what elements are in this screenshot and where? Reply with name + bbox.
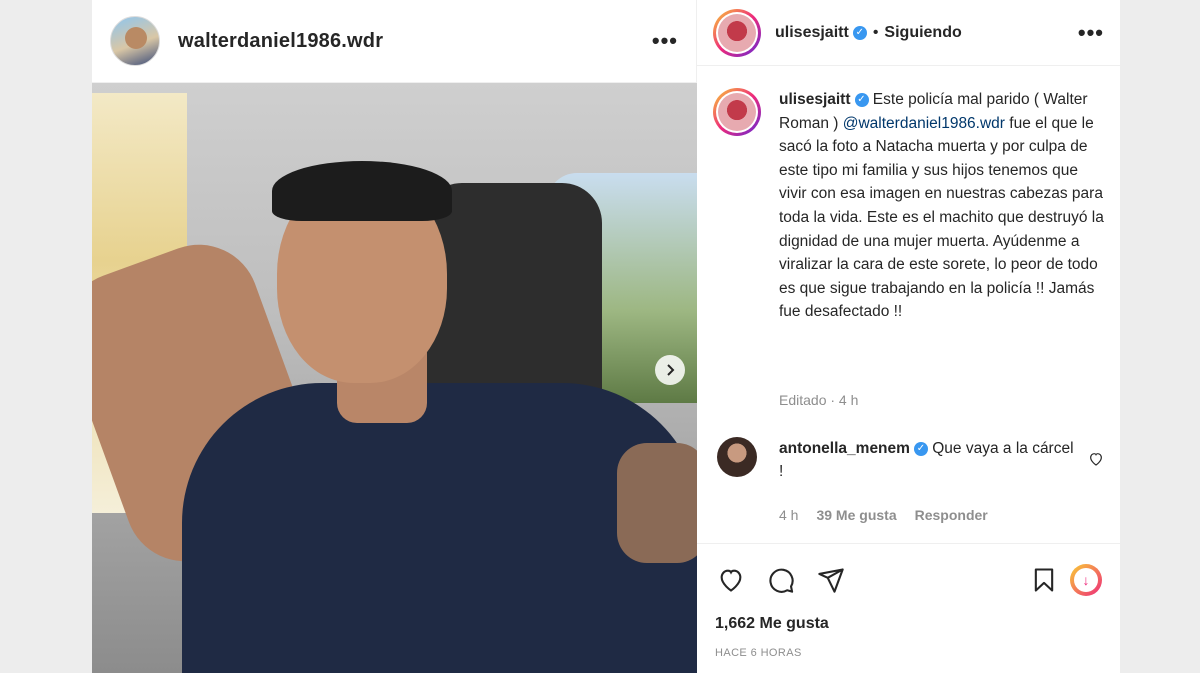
right-panel: ulisesjaitt ✓ • Siguiendo ••• ulisesjait… xyxy=(697,0,1120,673)
heart-icon[interactable] xyxy=(1088,451,1104,467)
post-time: HACE 6 HORAS xyxy=(715,647,802,659)
next-image-button[interactable] xyxy=(655,355,685,385)
caption-username[interactable]: ulisesjaitt xyxy=(779,91,851,108)
comment: antonella_menem ✓ Que vaya a la cárcel ! xyxy=(717,437,1112,483)
share-button[interactable] xyxy=(815,564,847,596)
action-bar: ↓ xyxy=(697,543,1120,615)
download-button[interactable]: ↓ xyxy=(1070,563,1102,596)
avatar[interactable] xyxy=(717,437,757,477)
header-username[interactable]: ulisesjaitt xyxy=(775,24,849,42)
photo-seat xyxy=(422,183,602,403)
right-header: ulisesjaitt ✓ • Siguiendo ••• xyxy=(697,0,1120,66)
more-options-icon[interactable]: ••• xyxy=(652,28,678,54)
save-button[interactable] xyxy=(1028,564,1060,596)
verified-icon: ✓ xyxy=(854,92,869,107)
photo-tattoo-arm xyxy=(617,443,697,563)
avatar xyxy=(718,93,756,131)
comment-icon xyxy=(769,568,794,593)
paper-plane-icon xyxy=(818,567,844,593)
comment-likes[interactable]: 39 Me gusta xyxy=(816,507,896,523)
verified-icon: ✓ xyxy=(913,441,928,456)
comment-button[interactable] xyxy=(765,564,797,596)
more-options-icon[interactable]: ••• xyxy=(1078,20,1104,46)
photo-hair xyxy=(272,161,452,221)
caption-text-after: fue el que le sacó la foto a Natacha mue… xyxy=(779,114,1104,321)
caption-meta: Editado · 4 h xyxy=(779,392,859,408)
avatar[interactable] xyxy=(110,16,160,66)
post-photo[interactable] xyxy=(92,83,697,673)
comment-username[interactable]: antonella_menem xyxy=(779,440,910,457)
likes-count[interactable]: 1,662 Me gusta xyxy=(715,615,829,633)
comment-text: antonella_menem ✓ Que vaya a la cárcel ! xyxy=(779,437,1079,483)
comment-time: 4 h xyxy=(779,507,799,523)
left-header: walterdaniel1986.wdr ••• xyxy=(92,0,696,83)
caption-mention-link[interactable]: @walterdaniel1986.wdr xyxy=(843,115,1005,132)
separator-dot: • xyxy=(872,23,879,41)
instagram-post-frame: walterdaniel1986.wdr ••• ulisesjaitt ✓ •… xyxy=(92,0,1120,673)
left-username[interactable]: walterdaniel1986.wdr xyxy=(178,30,383,53)
story-ring-avatar[interactable] xyxy=(713,88,761,136)
avatar xyxy=(718,13,756,52)
bookmark-icon xyxy=(1034,567,1054,592)
heart-icon xyxy=(720,569,742,592)
verified-icon: ✓ xyxy=(852,25,867,40)
story-ring-avatar[interactable] xyxy=(713,8,761,57)
reply-button[interactable]: Responder xyxy=(915,507,988,523)
like-button[interactable] xyxy=(715,564,747,596)
following-button[interactable]: Siguiendo xyxy=(884,24,961,42)
comment-meta: 4 h 39 Me gusta Responder xyxy=(779,507,988,523)
chevron-right-icon xyxy=(667,364,675,376)
left-panel: walterdaniel1986.wdr ••• xyxy=(92,0,697,673)
download-icon: ↓ xyxy=(1074,567,1098,592)
post-caption: ulisesjaitt ✓ Este policía mal parido ( W… xyxy=(713,88,1108,324)
caption-text: ulisesjaitt ✓ Este policía mal parido ( W… xyxy=(779,88,1108,324)
